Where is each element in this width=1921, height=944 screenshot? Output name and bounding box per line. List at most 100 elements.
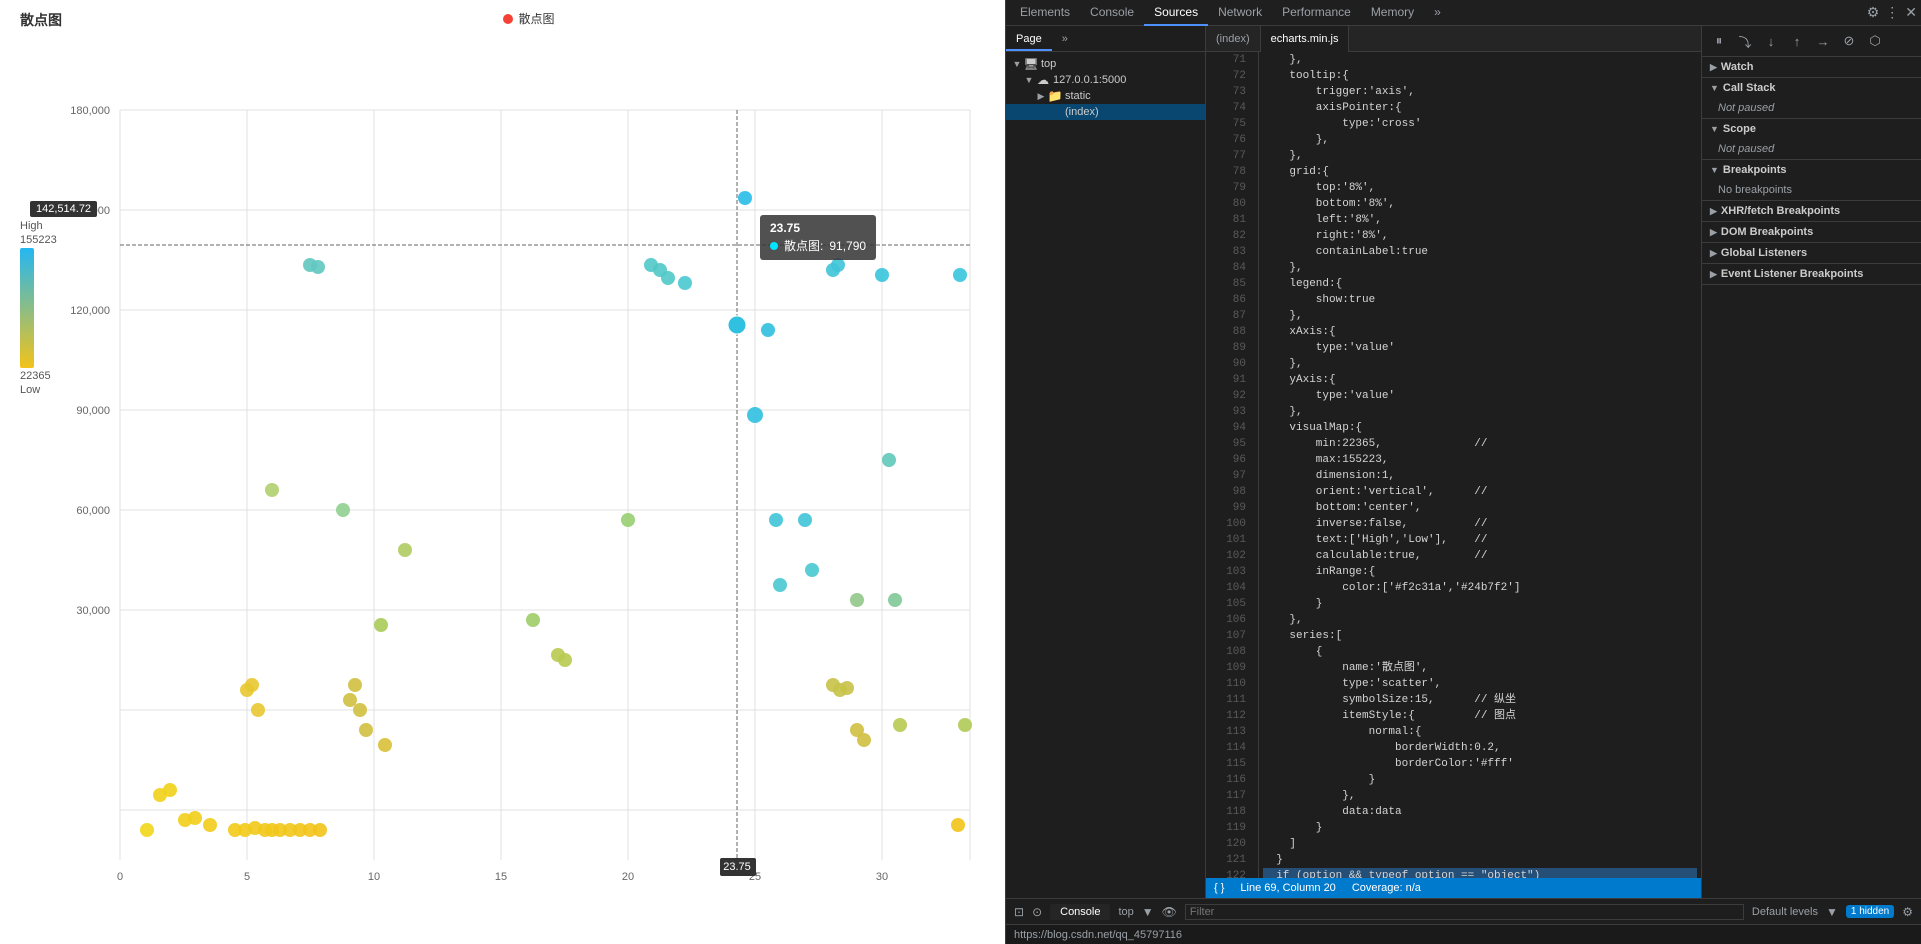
console-tab[interactable]: Console: [1050, 904, 1110, 920]
code-line-103[interactable]: inRange:{: [1263, 564, 1697, 580]
close-icon[interactable]: ✕: [1905, 4, 1917, 21]
code-line-110[interactable]: type:'scatter',: [1263, 676, 1697, 692]
tab-page[interactable]: Page: [1006, 26, 1052, 51]
section-event-header[interactable]: ▶ Event Listener Breakpoints: [1702, 264, 1921, 284]
code-line-81[interactable]: left:'8%',: [1263, 212, 1697, 228]
section-breakpoints-header[interactable]: ▼ Breakpoints: [1702, 160, 1921, 180]
code-line-100[interactable]: inverse:false, //: [1263, 516, 1697, 532]
visual-map[interactable]: High 155223 22365 Low: [20, 220, 57, 396]
code-lines[interactable]: }, tooltip:{ trigger:'axis', axisPointer…: [1259, 52, 1701, 878]
code-line-101[interactable]: text:['High','Low'], //: [1263, 532, 1697, 548]
code-line-121[interactable]: }: [1263, 852, 1697, 868]
code-line-99[interactable]: bottom:'center',: [1263, 500, 1697, 516]
tree-item-index[interactable]: (index): [1006, 104, 1205, 120]
tab-performance[interactable]: Performance: [1272, 0, 1361, 26]
section-dom-header[interactable]: ▶ DOM Breakpoints: [1702, 222, 1921, 242]
code-line-102[interactable]: calculable:true, //: [1263, 548, 1697, 564]
btn-step-over[interactable]: ⤵: [1734, 30, 1756, 52]
tree-item-server[interactable]: ▼ ☁ 127.0.0.1:5000: [1006, 72, 1205, 88]
code-line-85[interactable]: legend:{: [1263, 276, 1697, 292]
btn-step-into[interactable]: ↓: [1760, 30, 1782, 52]
code-line-90[interactable]: },: [1263, 356, 1697, 372]
code-line-116[interactable]: }: [1263, 772, 1697, 788]
code-line-78[interactable]: grid:{: [1263, 164, 1697, 180]
section-scope-header[interactable]: ▼ Scope: [1702, 119, 1921, 139]
code-line-120[interactable]: ]: [1263, 836, 1697, 852]
code-line-113[interactable]: normal:{: [1263, 724, 1697, 740]
code-line-104[interactable]: color:['#f2c31a','#24b7f2']: [1263, 580, 1697, 596]
code-line-76[interactable]: },: [1263, 132, 1697, 148]
eye-icon[interactable]: 👁: [1162, 905, 1177, 919]
code-line-84[interactable]: },: [1263, 260, 1697, 276]
code-line-105[interactable]: }: [1263, 596, 1697, 612]
tab-memory[interactable]: Memory: [1361, 0, 1424, 26]
tab-more[interactable]: »: [1424, 0, 1451, 26]
code-line-71[interactable]: },: [1263, 52, 1697, 68]
code-line-86[interactable]: show:true: [1263, 292, 1697, 308]
tree-item-static[interactable]: ▶ 📁 static: [1006, 88, 1205, 104]
editor-content[interactable]: 7172737475767778798081828384858687888990…: [1206, 52, 1701, 878]
btn-pause[interactable]: ⏸: [1708, 30, 1730, 52]
code-line-80[interactable]: bottom:'8%',: [1263, 196, 1697, 212]
code-line-77[interactable]: },: [1263, 148, 1697, 164]
code-line-114[interactable]: borderWidth:0.2,: [1263, 740, 1697, 756]
code-line-109[interactable]: name:'散点图',: [1263, 660, 1697, 676]
devtools-bottom-icon[interactable]: ⊡: [1014, 905, 1024, 919]
tab-more-sources[interactable]: »: [1052, 26, 1078, 51]
code-line-91[interactable]: yAxis:{: [1263, 372, 1697, 388]
section-watch-header[interactable]: ▶ Watch: [1702, 57, 1921, 77]
btn-deactivate[interactable]: ⊘: [1838, 30, 1860, 52]
code-line-97[interactable]: dimension:1,: [1263, 468, 1697, 484]
code-line-72[interactable]: tooltip:{: [1263, 68, 1697, 84]
code-line-88[interactable]: xAxis:{: [1263, 324, 1697, 340]
code-line-95[interactable]: min:22365, //: [1263, 436, 1697, 452]
tab-sources[interactable]: Sources: [1144, 0, 1208, 26]
levels-arrow[interactable]: ▼: [1826, 905, 1838, 919]
section-global-header[interactable]: ▶ Global Listeners: [1702, 243, 1921, 263]
code-line-96[interactable]: max:155223,: [1263, 452, 1697, 468]
code-line-74[interactable]: axisPointer:{: [1263, 100, 1697, 116]
code-line-118[interactable]: data:data: [1263, 804, 1697, 820]
tab-network[interactable]: Network: [1208, 0, 1272, 26]
chart-svg[interactable]: 180,000 150,000 120,000 90,000 60,000 30…: [0, 30, 1005, 940]
default-levels[interactable]: Default levels: [1752, 906, 1818, 918]
console-filter[interactable]: [1185, 904, 1744, 920]
section-xhr-header[interactable]: ▶ XHR/fetch Breakpoints: [1702, 201, 1921, 221]
btn-step[interactable]: →: [1812, 30, 1834, 52]
code-line-94[interactable]: visualMap:{: [1263, 420, 1697, 436]
code-line-112[interactable]: itemStyle:{ // 图点: [1263, 708, 1697, 724]
code-line-111[interactable]: symbolSize:15, // 纵坐: [1263, 692, 1697, 708]
code-line-119[interactable]: }: [1263, 820, 1697, 836]
settings-icon[interactable]: ⚙: [1867, 4, 1880, 21]
devtools-bottom-icon2[interactable]: ⊙: [1032, 905, 1042, 919]
editor-tab-index[interactable]: (index): [1206, 26, 1261, 52]
btn-step-out[interactable]: ↑: [1786, 30, 1808, 52]
code-line-83[interactable]: containLabel:true: [1263, 244, 1697, 260]
code-line-75[interactable]: type:'cross': [1263, 116, 1697, 132]
tab-elements[interactable]: Elements: [1010, 0, 1080, 26]
code-line-108[interactable]: {: [1263, 644, 1697, 660]
btn-no-pause[interactable]: ⬡: [1864, 30, 1886, 52]
code-line-98[interactable]: orient:'vertical', //: [1263, 484, 1697, 500]
code-line-89[interactable]: type:'value': [1263, 340, 1697, 356]
code-line-93[interactable]: },: [1263, 404, 1697, 420]
code-line-79[interactable]: top:'8%',: [1263, 180, 1697, 196]
code-line-87[interactable]: },: [1263, 308, 1697, 324]
code-line-117[interactable]: },: [1263, 788, 1697, 804]
editor-tab-echarts[interactable]: echarts.min.js: [1261, 26, 1350, 52]
label-index: (index): [1065, 106, 1099, 118]
vm-bar[interactable]: [20, 248, 40, 368]
code-line-82[interactable]: right:'8%',: [1263, 228, 1697, 244]
code-line-73[interactable]: trigger:'axis',: [1263, 84, 1697, 100]
code-line-115[interactable]: borderColor:'#fff': [1263, 756, 1697, 772]
code-line-107[interactable]: series:[: [1263, 628, 1697, 644]
tab-console[interactable]: Console: [1080, 0, 1144, 26]
code-line-92[interactable]: type:'value': [1263, 388, 1697, 404]
status-line-col: Line 69, Column 20: [1240, 882, 1335, 894]
section-callstack-header[interactable]: ▼ Call Stack: [1702, 78, 1921, 98]
more-icon[interactable]: ⋮: [1885, 4, 1899, 21]
settings-console-icon[interactable]: ⚙: [1902, 905, 1913, 919]
code-line-106[interactable]: },: [1263, 612, 1697, 628]
tree-item-top[interactable]: ▼ 🖥 top: [1006, 56, 1205, 72]
code-line-122[interactable]: if (option && typeof option == "object"): [1263, 868, 1697, 878]
